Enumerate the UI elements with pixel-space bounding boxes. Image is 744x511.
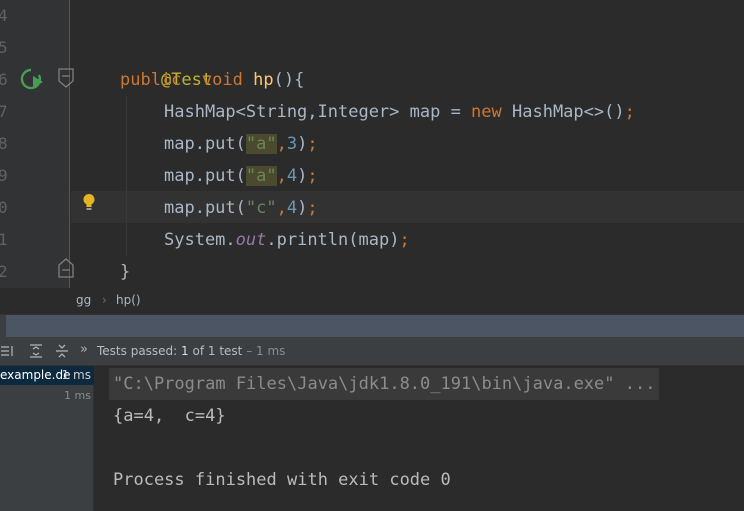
more-actions-icon[interactable]: » — [80, 342, 88, 357]
test-tree-row[interactable]: example.de 1 ms — [0, 366, 94, 385]
comma: , — [276, 198, 287, 218]
test-duration: 1 ms — [61, 368, 91, 382]
status-middle: of 1 test — [188, 344, 243, 358]
collapse-all-icon[interactable] — [55, 344, 69, 358]
code-line: } — [120, 256, 130, 288]
lightbulb-icon[interactable] — [82, 193, 96, 211]
breadcrumb-class[interactable]: gg — [76, 293, 91, 307]
console-output[interactable]: "C:\Program Files\Java\jdk1.8.0_191\bin\… — [95, 366, 744, 511]
test-class-label: example.de — [0, 368, 71, 382]
code-text: } — [120, 262, 131, 282]
line-number: 9 — [0, 166, 8, 185]
keyword: public — [120, 70, 182, 90]
semicolon: ; — [399, 230, 410, 250]
code-line: map.put("a",4); — [164, 160, 318, 192]
code-text: map.put( — [164, 198, 246, 218]
test-runner-toolbar: » Tests passed: 1 of 1 test – 1 ms — [0, 338, 744, 366]
expand-all-icon[interactable] — [29, 344, 43, 358]
semicolon: ; — [307, 198, 318, 218]
number-literal: 3 — [286, 134, 298, 154]
method-name: hp — [253, 70, 274, 90]
passed-count: 1 — [181, 344, 189, 358]
static-field: out — [235, 230, 267, 250]
line-number: 0 — [0, 198, 8, 217]
test-tree-row[interactable]: 1 ms — [0, 386, 94, 405]
status-prefix: Tests passed: — [97, 344, 182, 358]
run-tab-strip[interactable] — [6, 315, 744, 337]
comma: , — [276, 166, 287, 186]
semicolon: ; — [307, 134, 318, 154]
test-results-tree: example.de 1 ms 1 ms — [0, 366, 94, 511]
line-number: 2 — [0, 262, 8, 281]
number-literal: 4 — [286, 198, 298, 218]
line-number: 6 — [0, 70, 8, 89]
string-literal: "a" — [245, 134, 277, 154]
code-editor[interactable]: 4 5 6 7 8 9 0 1 2 @Test public void hp()… — [0, 0, 744, 288]
breadcrumb-separator: › — [102, 293, 107, 307]
code-text: System. — [164, 230, 236, 250]
line-number: 4 — [0, 6, 8, 25]
semicolon: ; — [307, 166, 318, 186]
code-text: ) — [297, 198, 308, 218]
breadcrumb-method[interactable]: hp() — [116, 293, 141, 307]
code-line: HashMap<String,Integer> map = new HashMa… — [164, 96, 635, 128]
code-text: HashMap<String,Integer> map = — [164, 102, 472, 122]
tests-status: Tests passed: 1 of 1 test – 1 ms — [97, 344, 285, 358]
breadcrumb: gg › hp() — [0, 288, 744, 314]
string-literal: "c" — [245, 198, 277, 218]
run-tool-window-header — [0, 314, 744, 338]
sort-icon[interactable] — [0, 344, 14, 358]
comma: , — [276, 134, 287, 154]
code-text: .println(map) — [266, 230, 400, 250]
keyword: new — [471, 102, 502, 122]
line-number: 5 — [0, 38, 8, 57]
code-line: public void hp(){ — [120, 64, 304, 96]
code-line: map.put("c",4); — [164, 192, 318, 224]
string-literal: "a" — [245, 166, 277, 186]
status-time: – 1 ms — [242, 344, 286, 358]
code-text: (){ — [273, 70, 305, 90]
keyword: void — [201, 70, 243, 90]
semicolon: ; — [624, 102, 635, 122]
test-duration: 1 ms — [64, 389, 91, 402]
line-number: 7 — [0, 102, 8, 121]
console-exit-message: Process finished with exit code 0 — [113, 470, 451, 490]
code-line: System.out.println(map); — [164, 224, 410, 256]
unfold-icon[interactable] — [57, 258, 75, 278]
number-literal: 4 — [286, 166, 298, 186]
fold-icon[interactable] — [57, 68, 75, 88]
code-text: HashMap<>() — [501, 102, 625, 122]
line-number: 8 — [0, 134, 8, 153]
code-text: ) — [297, 166, 308, 186]
code-text: ) — [297, 134, 308, 154]
console-command: "C:\Program Files\Java\jdk1.8.0_191\bin\… — [109, 368, 660, 400]
code-text: map.put( — [164, 134, 246, 154]
run-test-icon[interactable] — [18, 67, 44, 91]
console-output-line: {a=4, c=4} — [113, 406, 226, 426]
code-text: map.put( — [164, 166, 246, 186]
code-line: map.put("a",3); — [164, 128, 318, 160]
line-number: 1 — [0, 230, 8, 249]
editor-gutter: 4 5 6 7 8 9 0 1 2 — [0, 0, 70, 288]
code-line: @Test — [120, 32, 212, 90]
